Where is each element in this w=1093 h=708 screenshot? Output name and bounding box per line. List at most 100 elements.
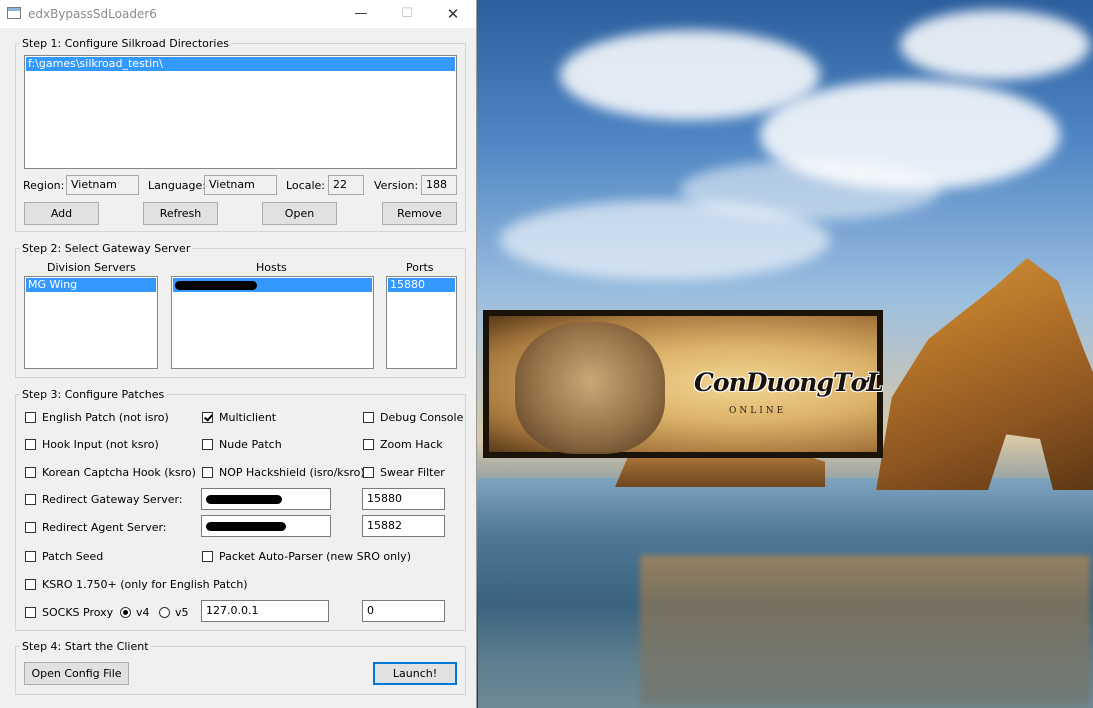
directory-item[interactable]: f:\games\silkroad_testin\ xyxy=(26,57,455,71)
host-item[interactable] xyxy=(173,278,372,292)
ports-header: Ports xyxy=(406,261,434,274)
debug-console-checkbox[interactable]: Debug Console xyxy=(363,411,463,424)
redirect-agent-label: Redirect Agent Server: xyxy=(42,521,167,534)
add-button[interactable]: Add xyxy=(24,202,99,225)
language-field: Vietnam xyxy=(204,175,277,195)
checkbox-box xyxy=(25,412,36,423)
checkbox-box xyxy=(25,439,36,450)
division-servers-list[interactable]: MG Wing xyxy=(24,276,158,369)
redacted-agent-host xyxy=(206,521,286,531)
checkbox-box xyxy=(202,551,213,562)
close-button[interactable]: ✕ xyxy=(430,0,476,28)
banner-subtitle: ONLINE xyxy=(729,406,787,416)
refresh-button[interactable]: Refresh xyxy=(143,202,218,225)
redacted-host xyxy=(175,280,257,290)
swear-filter-checkbox[interactable]: Swear Filter xyxy=(363,466,445,479)
cloud xyxy=(900,10,1090,80)
warrior-portrait xyxy=(515,322,665,454)
swear-filter-label: Swear Filter xyxy=(380,466,445,479)
division-servers-header: Division Servers xyxy=(47,261,136,274)
hook-input-checkbox[interactable]: Hook Input (not ksro) xyxy=(25,438,159,451)
checkbox-box xyxy=(202,467,213,478)
korean-captcha-checkbox[interactable]: Korean Captcha Hook (ksro) xyxy=(25,466,196,479)
locale-field: 22 xyxy=(328,175,364,195)
agent-port-input[interactable]: 15882 xyxy=(362,515,445,537)
nop-hackshield-label: NOP Hackshield (isro/ksro) xyxy=(219,466,365,479)
checkbox-box xyxy=(202,439,213,450)
division-item[interactable]: MG Wing xyxy=(26,278,156,292)
checkbox-box xyxy=(25,467,36,478)
minimize-button[interactable]: — xyxy=(338,0,384,28)
checkbox-box xyxy=(25,551,36,562)
step4-legend: Step 4: Start the Client xyxy=(22,640,149,653)
language-label: Language: xyxy=(148,179,206,192)
socks-v4-radio[interactable]: v4 xyxy=(120,606,150,619)
rock-reflection xyxy=(640,555,1090,705)
directory-list[interactable]: f:\games\silkroad_testin\ xyxy=(24,55,457,169)
redirect-agent-checkbox[interactable]: Redirect Agent Server: xyxy=(25,521,167,534)
cloud xyxy=(680,160,940,220)
socks-v5-label: v5 xyxy=(175,606,189,619)
english-patch-label: English Patch (not isro) xyxy=(42,411,169,424)
checkbox-box xyxy=(25,494,36,505)
open-config-button[interactable]: Open Config File xyxy=(24,662,129,685)
multiclient-checkbox[interactable]: Multiclient xyxy=(202,411,276,424)
window-title: edxBypassSdLoader6 xyxy=(28,7,157,21)
nude-patch-label: Nude Patch xyxy=(219,438,282,451)
step2-legend: Step 2: Select Gateway Server xyxy=(22,242,191,255)
step1-legend: Step 1: Configure Silkroad Directories xyxy=(22,37,229,50)
redacted-gateway-host xyxy=(206,494,282,504)
region-label: Region: xyxy=(23,179,65,192)
open-button[interactable]: Open xyxy=(262,202,337,225)
radio-unselected xyxy=(159,607,170,618)
remove-button[interactable]: Remove xyxy=(382,202,457,225)
version-label: Version: xyxy=(374,179,419,192)
agent-host-input[interactable] xyxy=(201,515,331,537)
checkbox-checked xyxy=(202,412,213,423)
checkbox-box xyxy=(25,579,36,590)
socks-proxy-label: SOCKS Proxy xyxy=(42,606,114,619)
nop-hackshield-checkbox[interactable]: NOP Hackshield (isro/ksro) xyxy=(202,466,365,479)
socks-proxy-checkbox[interactable]: SOCKS Proxy xyxy=(25,606,113,619)
socks-v4-label: v4 xyxy=(136,606,150,619)
splash-banner: ConDuongTơLụa ONLINE xyxy=(483,310,883,458)
banner-logo: ConDuongTơLụa xyxy=(694,368,883,397)
checkbox-box xyxy=(25,522,36,533)
redirect-gateway-label: Redirect Gateway Server: xyxy=(42,493,183,506)
version-field: 188 xyxy=(421,175,457,195)
hosts-list[interactable] xyxy=(171,276,374,369)
radio-selected xyxy=(120,607,131,618)
app-icon xyxy=(7,7,21,19)
socks-v5-radio[interactable]: v5 xyxy=(159,606,189,619)
proxy-port-input[interactable]: 0 xyxy=(362,600,445,622)
nude-patch-checkbox[interactable]: Nude Patch xyxy=(202,438,282,451)
banner-parchment: ConDuongTơLụa ONLINE xyxy=(489,316,883,454)
ksro-version-checkbox[interactable]: KSRO 1.750+ (only for English Patch) xyxy=(25,578,248,591)
english-patch-checkbox[interactable]: English Patch (not isro) xyxy=(25,411,169,424)
title-bar[interactable]: edxBypassSdLoader6 — ☐ ✕ xyxy=(0,0,476,28)
ksro-version-label: KSRO 1.750+ (only for English Patch) xyxy=(42,578,248,591)
zoom-hack-label: Zoom Hack xyxy=(380,438,443,451)
debug-console-label: Debug Console xyxy=(380,411,464,424)
checkbox-box xyxy=(363,439,374,450)
maximize-button: ☐ xyxy=(401,6,413,21)
zoom-hack-checkbox[interactable]: Zoom Hack xyxy=(363,438,443,451)
loader-window: edxBypassSdLoader6 — ☐ ✕ Step 1: Configu… xyxy=(0,0,477,708)
gateway-port-input[interactable]: 15880 xyxy=(362,488,445,510)
ports-list[interactable]: 15880 xyxy=(386,276,457,369)
checkbox-box xyxy=(363,467,374,478)
hosts-header: Hosts xyxy=(256,261,287,274)
multiclient-label: Multiclient xyxy=(219,411,277,424)
proxy-host-input[interactable]: 127.0.0.1 xyxy=(201,600,329,622)
port-item[interactable]: 15880 xyxy=(388,278,455,292)
patch-seed-label: Patch Seed xyxy=(42,550,104,563)
korean-captcha-label: Korean Captcha Hook (ksro) xyxy=(42,466,196,479)
packet-parser-checkbox[interactable]: Packet Auto-Parser (new SRO only) xyxy=(202,550,411,563)
packet-parser-label: Packet Auto-Parser (new SRO only) xyxy=(219,550,411,563)
step3-legend: Step 3: Configure Patches xyxy=(22,388,165,401)
checkbox-box xyxy=(363,412,374,423)
redirect-gateway-checkbox[interactable]: Redirect Gateway Server: xyxy=(25,493,183,506)
gateway-host-input[interactable] xyxy=(201,488,331,510)
patch-seed-checkbox[interactable]: Patch Seed xyxy=(25,550,103,563)
launch-button[interactable]: Launch! xyxy=(373,662,457,685)
